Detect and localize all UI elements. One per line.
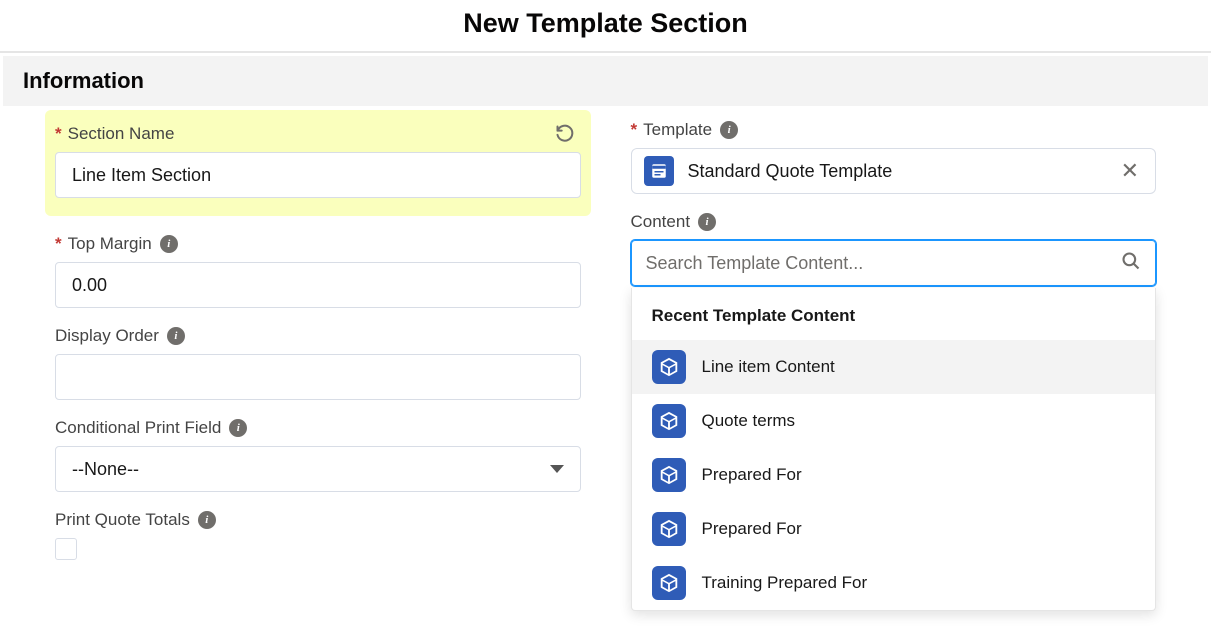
content-field: Content i Recent Template Content Line i… (631, 212, 1157, 611)
top-margin-field: * Top Margin i (55, 234, 581, 308)
template-field: * Template i Standard Quote Template ✕ (631, 120, 1157, 194)
content-option[interactable]: Quote terms (632, 394, 1156, 448)
section-name-input[interactable] (55, 152, 581, 198)
content-label-row: Content i (631, 212, 1157, 232)
search-icon[interactable] (1121, 251, 1141, 276)
section-name-field: * Section Name (45, 110, 591, 216)
print-quote-totals-field: Print Quote Totals i (55, 510, 581, 560)
content-option[interactable]: Prepared For (632, 502, 1156, 556)
info-icon[interactable]: i (167, 327, 185, 345)
content-option[interactable]: Prepared For (632, 448, 1156, 502)
content-search-wrap (631, 240, 1157, 286)
template-value: Standard Quote Template (688, 161, 893, 182)
top-margin-label-row: * Top Margin i (55, 234, 581, 254)
cube-icon (652, 566, 686, 600)
info-icon[interactable]: i (198, 511, 216, 529)
cube-icon (652, 512, 686, 546)
content-option-label: Prepared For (702, 519, 802, 539)
display-order-field: Display Order i (55, 326, 581, 400)
required-indicator: * (631, 120, 638, 140)
section-name-label-row: * Section Name (55, 124, 581, 144)
conditional-print-select[interactable]: --None-- (55, 446, 581, 492)
close-icon[interactable]: ✕ (1117, 158, 1143, 184)
divider (0, 51, 1211, 53)
left-column: * Section Name * Top Margin i Display Or… (55, 106, 581, 560)
chevron-down-icon (550, 465, 564, 473)
content-label: Content (631, 212, 691, 232)
info-icon[interactable]: i (229, 419, 247, 437)
content-option-label: Quote terms (702, 411, 796, 431)
required-indicator: * (55, 124, 62, 144)
content-option-label: Prepared For (702, 465, 802, 485)
conditional-print-label: Conditional Print Field (55, 418, 221, 438)
cube-icon (652, 458, 686, 492)
display-order-input[interactable] (55, 354, 581, 400)
required-indicator: * (55, 234, 62, 254)
template-entity-icon (644, 156, 674, 186)
template-label: Template (643, 120, 712, 140)
print-quote-totals-label-row: Print Quote Totals i (55, 510, 581, 530)
form-area: * Section Name * Top Margin i Display Or… (0, 106, 1211, 641)
top-margin-label: Top Margin (68, 234, 152, 254)
display-order-label: Display Order (55, 326, 159, 346)
content-option-label: Line item Content (702, 357, 835, 377)
right-column: * Template i Standard Quote Template ✕ C… (631, 106, 1157, 611)
conditional-print-value: --None-- (72, 459, 139, 480)
conditional-print-label-row: Conditional Print Field i (55, 418, 581, 438)
section-header-information: Information (3, 56, 1208, 106)
cube-icon (652, 350, 686, 384)
top-margin-input[interactable] (55, 262, 581, 308)
undo-icon[interactable] (553, 122, 577, 146)
print-quote-totals-label: Print Quote Totals (55, 510, 190, 530)
display-order-label-row: Display Order i (55, 326, 581, 346)
conditional-print-field: Conditional Print Field i --None-- (55, 418, 581, 492)
content-dropdown-header: Recent Template Content (632, 288, 1156, 340)
template-label-row: * Template i (631, 120, 1157, 140)
info-icon[interactable]: i (698, 213, 716, 231)
print-quote-totals-checkbox[interactable] (55, 538, 77, 560)
section-name-label: Section Name (68, 124, 175, 144)
template-lookup[interactable]: Standard Quote Template ✕ (631, 148, 1157, 194)
content-dropdown: Recent Template Content Line item Conten… (631, 288, 1157, 611)
cube-icon (652, 404, 686, 438)
info-icon[interactable]: i (160, 235, 178, 253)
content-option[interactable]: Training Prepared For (632, 556, 1156, 610)
info-icon[interactable]: i (720, 121, 738, 139)
page-title: New Template Section (0, 0, 1211, 51)
content-option[interactable]: Line item Content (632, 340, 1156, 394)
content-search-input[interactable] (646, 253, 1122, 274)
content-option-label: Training Prepared For (702, 573, 868, 593)
